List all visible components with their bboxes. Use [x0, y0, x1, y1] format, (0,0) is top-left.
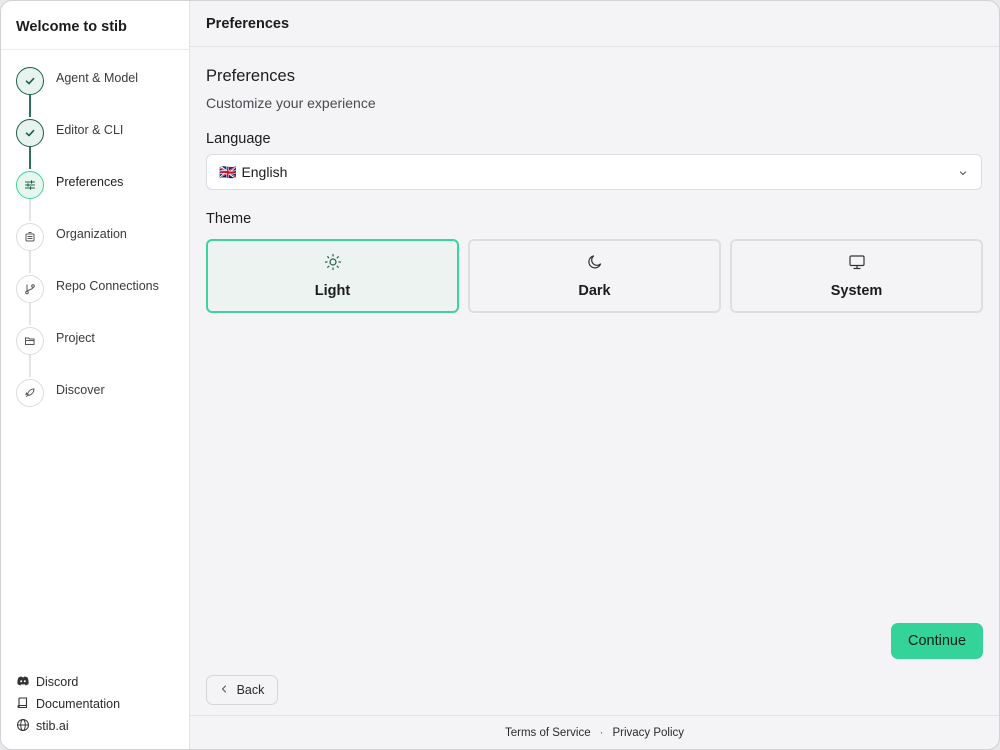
back-button[interactable]: Back [206, 675, 278, 705]
documentation-link[interactable]: Documentation [16, 693, 120, 715]
rocket-icon [16, 379, 44, 407]
folder-open-icon [16, 327, 44, 355]
language-label: Language [206, 131, 271, 147]
book-icon [16, 696, 36, 713]
discord-link[interactable]: Discord [16, 671, 120, 693]
footer-separator: · [599, 726, 604, 739]
chevron-left-icon [220, 683, 237, 697]
building-icon [16, 223, 44, 251]
check-icon [16, 67, 44, 95]
theme-option-system[interactable]: System [730, 239, 983, 313]
theme-label: Theme [206, 211, 252, 227]
step-label: Agent & Model [56, 71, 138, 85]
sidebar-title: Welcome to stib [1, 1, 189, 50]
sliders-icon [16, 171, 44, 199]
terms-link[interactable]: Terms of Service [505, 727, 591, 739]
moon-icon [586, 253, 604, 276]
step-connector [29, 147, 31, 169]
privacy-link[interactable]: Privacy Policy [612, 727, 684, 739]
git-branch-icon [16, 275, 44, 303]
chevron-down-icon [957, 166, 969, 182]
onboarding-window: Welcome to stib Agent & Model Editor & C… [0, 0, 1000, 750]
check-icon [16, 119, 44, 147]
step-discover[interactable]: Discover [1, 378, 189, 430]
step-connector [29, 251, 31, 273]
step-connector [29, 95, 31, 117]
language-select[interactable]: 🇬🇧 English [206, 154, 982, 190]
step-label: Preferences [56, 175, 124, 189]
uk-flag-icon: 🇬🇧 [219, 163, 237, 180]
legal-footer: Terms of Service · Privacy Policy [190, 715, 999, 749]
step-label: Project [56, 331, 95, 345]
back-label: Back [236, 683, 265, 697]
theme-option-label: System [830, 283, 883, 299]
discord-label: Discord [36, 675, 79, 689]
step-connector [29, 199, 31, 221]
globe-icon [16, 718, 36, 735]
website-label: stib.ai [36, 719, 69, 733]
onboarding-steps: Agent & Model Editor & CLI Preferences O… [1, 50, 189, 430]
page-title: Preferences [190, 1, 999, 47]
section-subtitle: Customize your experience [206, 95, 376, 111]
section-title: Preferences [206, 67, 295, 85]
monitor-icon [848, 253, 866, 276]
theme-options: Light Dark System [206, 239, 983, 313]
theme-option-label: Dark [578, 283, 611, 299]
documentation-label: Documentation [36, 697, 121, 711]
language-value: English [241, 164, 288, 180]
main-panel: Preferences Preferences Customize your e… [190, 1, 999, 749]
step-label: Editor & CLI [56, 123, 124, 137]
step-label: Discover [56, 383, 105, 397]
step-label: Repo Connections [56, 279, 159, 293]
sidebar-footer: Discord Documentation stib.ai [16, 671, 120, 737]
theme-option-light[interactable]: Light [206, 239, 459, 313]
sun-icon [324, 253, 342, 276]
theme-option-dark[interactable]: Dark [468, 239, 721, 313]
theme-option-label: Light [314, 283, 351, 299]
preferences-form: Preferences Customize your experience La… [190, 47, 999, 313]
step-connector [29, 303, 31, 325]
discord-icon [16, 674, 36, 691]
website-link[interactable]: stib.ai [16, 715, 120, 737]
step-connector [29, 355, 31, 377]
sidebar: Welcome to stib Agent & Model Editor & C… [1, 1, 190, 749]
continue-button[interactable]: Continue [891, 623, 983, 659]
step-label: Organization [56, 227, 127, 241]
